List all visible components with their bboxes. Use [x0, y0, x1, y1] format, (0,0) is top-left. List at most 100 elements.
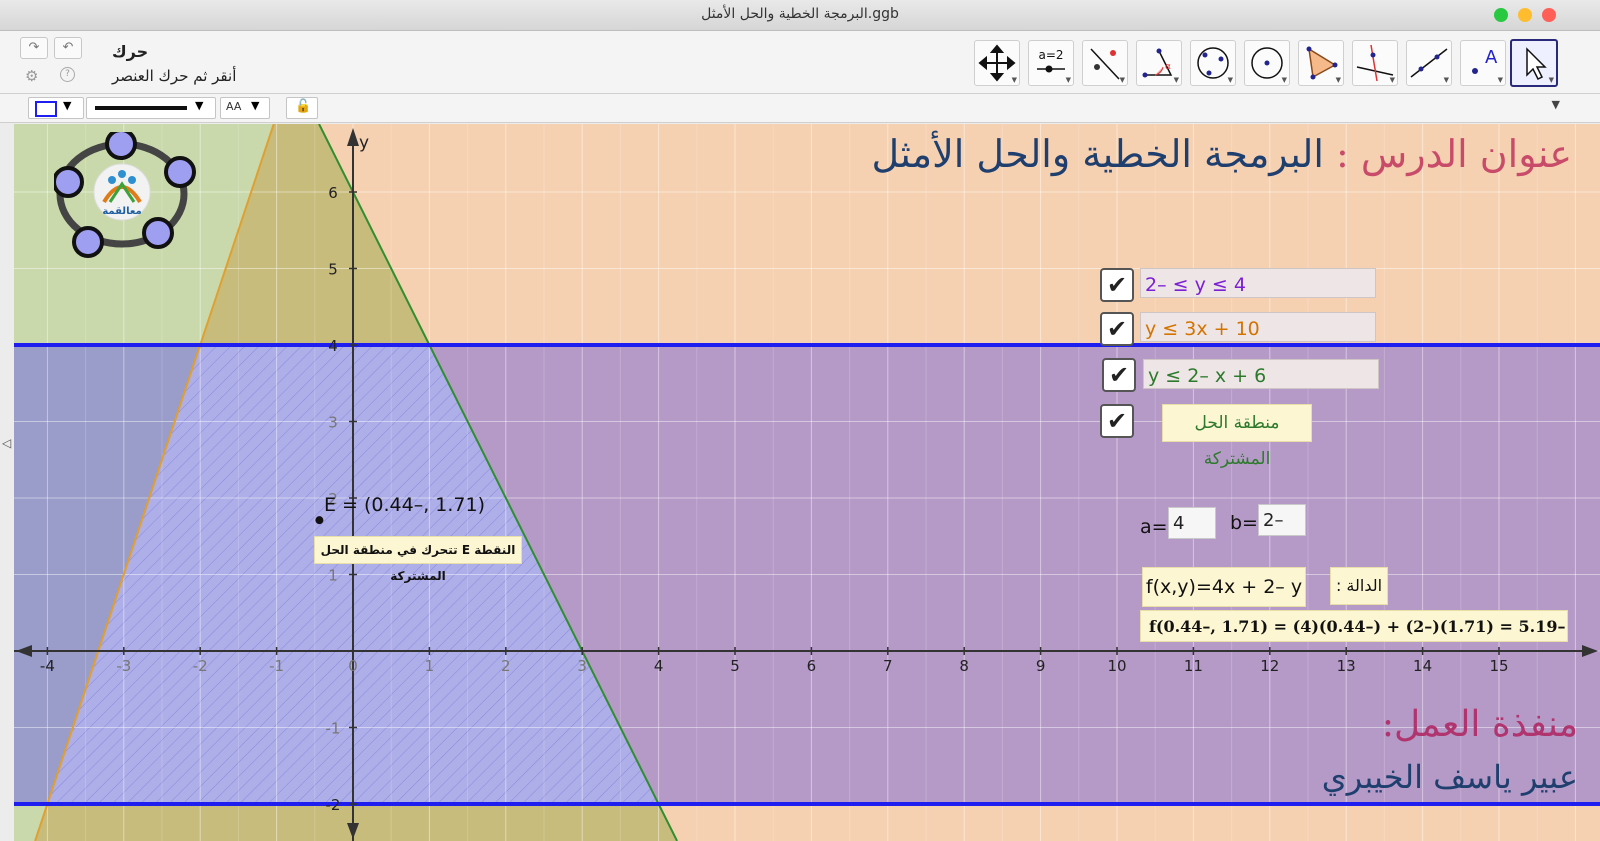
text-tool-label: A — [1485, 47, 1498, 68]
color-picker[interactable]: ▼ — [28, 97, 84, 119]
slider-tool[interactable]: a=2 ▼ — [1028, 40, 1074, 86]
redo-button[interactable]: ↷ — [20, 37, 48, 59]
help-icon[interactable]: ? — [60, 67, 75, 82]
chevron-down-icon: ▼ — [195, 99, 204, 112]
x-tick-label: 2 — [501, 657, 511, 675]
check-icon: ✔ — [1106, 271, 1128, 299]
lock-toggle[interactable]: 🔓 — [286, 97, 318, 119]
perpendicular-line-tool[interactable]: ▼ — [1352, 40, 1398, 86]
polygon-tool[interactable]: ▼ — [1298, 40, 1344, 86]
check-icon: ✔ — [1106, 315, 1128, 343]
region-below-olive — [35, 804, 678, 841]
y-tick-label: 6 — [328, 184, 338, 202]
x-tick-label: 3 — [577, 657, 587, 675]
function-expression: f(x,y)=4x + 2– y — [1142, 567, 1306, 607]
lesson-title: عنوان الدرس : البرمجة الخطية والحل الأمث… — [872, 132, 1572, 176]
current-tool-help: أنقر ثم حرك العنصر — [112, 67, 237, 85]
chevron-down-icon: ▼ — [251, 99, 260, 112]
x-tick-label: 0 — [348, 657, 358, 675]
circle-center-point-tool[interactable]: ▼ — [1244, 40, 1290, 86]
font-size-icon: AA — [226, 100, 242, 113]
param-b-input[interactable]: 2– — [1258, 504, 1306, 536]
conic-through-points-tool[interactable]: ▼ — [1190, 40, 1236, 86]
check-icon: ✔ — [1106, 407, 1128, 435]
logo: معالقمة — [52, 128, 204, 262]
x-tick-label: 5 — [730, 657, 740, 675]
x-tick-label: -3 — [116, 657, 131, 675]
work-title: منفذة العمل: — [1381, 704, 1578, 745]
x-tick-label: 4 — [654, 657, 664, 675]
param-a-label: a= — [1140, 516, 1168, 538]
checkbox-inequality-3[interactable]: ✔ — [1102, 358, 1136, 392]
checkbox-inequality-3-label: y ≤ 2– x + 6 — [1143, 359, 1379, 389]
font-size-picker[interactable]: AA ▼ — [220, 97, 270, 119]
logo-icon: معالقمة — [52, 128, 196, 258]
line-style-preview — [95, 106, 187, 110]
minimize-button[interactable] — [1518, 8, 1532, 22]
y-tick-label: 5 — [328, 261, 338, 279]
sidebar-toggle-icon[interactable]: ◁ — [2, 436, 11, 450]
x-tick-label: -2 — [193, 657, 208, 675]
zoom-button[interactable] — [1542, 8, 1556, 22]
close-button[interactable] — [1494, 8, 1508, 22]
check-icon: ✔ — [1108, 361, 1130, 389]
function-caption: الدالة : — [1330, 567, 1388, 605]
stylebar-menu-toggle[interactable]: ▼ — [1552, 98, 1560, 111]
logo-text: معالقمة — [102, 206, 141, 217]
chevron-down-icon: ▼ — [63, 99, 72, 112]
color-swatch — [35, 101, 57, 117]
slider-tool-label: a=2 — [1038, 48, 1063, 62]
x-tick-label: -1 — [269, 657, 284, 675]
y-axis-label: y — [359, 133, 369, 153]
checkbox-inequality-2[interactable]: ✔ — [1100, 312, 1134, 346]
x-tick-label: 8 — [959, 657, 969, 675]
x-tick-label: 6 — [807, 657, 817, 675]
x-tick-label: -4 — [40, 657, 55, 675]
checkbox-inequality-1[interactable]: ✔ — [1100, 268, 1134, 302]
x-tick-label: 11 — [1184, 657, 1203, 675]
lesson-title-text: البرمجة الخطية والحل الأمثل — [871, 132, 1324, 176]
y-tick-label: -1 — [326, 720, 341, 738]
checkbox-common-region-label: منطقة الحل المشتركة — [1162, 404, 1312, 469]
angle-tool[interactable]: α ▼ — [1136, 40, 1182, 86]
function-evaluation: f(0.44–, 1.71) = (4)(0.44–) + (2–)(1.71)… — [1140, 610, 1568, 642]
checkbox-inequality-1-label: 2– ≤ y ≤ 4 — [1140, 268, 1376, 298]
redo-icon: ↷ — [28, 40, 40, 55]
undo-button[interactable]: ↶ — [54, 37, 82, 59]
toolbar: ↷ ↶ ⚙ ? حرك أنقر ثم حرك العنصر ▼ a=2 ▼ ▼ … — [0, 31, 1600, 94]
undo-icon: ↶ — [62, 40, 74, 55]
x-tick-label: 1 — [425, 657, 435, 675]
x-tick-label: 12 — [1260, 657, 1279, 675]
point-e-label: E = (0.44–, 1.71) — [324, 494, 486, 516]
line-tool[interactable]: ▼ — [1406, 40, 1452, 86]
y-tick-label: 4 — [328, 337, 338, 355]
move-graphics-view-tool[interactable]: ▼ — [974, 40, 1020, 86]
point-e — [315, 516, 324, 525]
unlock-icon: 🔓 — [295, 99, 312, 114]
y-tick-label: 3 — [328, 414, 338, 432]
point-e-caption: النقطة E تتحرك في منطقة الحل المشتركة — [314, 536, 522, 583]
graph-canvas[interactable]: y-4 -3 -2 -1 0 1 2 3 4 5 6 7 8 9 10 11 12 13 14 15654321-1-… — [14, 124, 1600, 841]
current-tool-name: حرك — [112, 42, 149, 61]
lesson-title-prefix: عنوان الدرس : — [1335, 132, 1572, 176]
x-tick-label: 10 — [1107, 657, 1126, 675]
y-tick-label: 1 — [328, 567, 338, 585]
graphics-view[interactable]: y -4 -3 -2 -1 0 1 2 3 4 5 6 7 8 9 10 11 12 13 14 15 6 5 4 3 2 1 -1-… — [14, 124, 1600, 841]
param-b-label: b= — [1230, 512, 1258, 534]
window-title: البرمجة الخطية والحل الأمثل.ggb — [701, 6, 899, 22]
gear-icon[interactable]: ⚙ — [25, 67, 38, 85]
param-a-input[interactable]: 4 — [1168, 507, 1216, 539]
reflect-about-line-tool[interactable]: ▼ — [1082, 40, 1128, 86]
text-tool[interactable]: A ▼ — [1460, 40, 1506, 86]
y-tick-label: -2 — [326, 796, 341, 814]
x-tick-label: 14 — [1413, 657, 1432, 675]
line-style-picker[interactable]: ▼ — [86, 97, 216, 119]
x-tick-label: 7 — [883, 657, 893, 675]
author-name: عبير ياسف الخيبري — [1321, 758, 1578, 796]
checkbox-common-region[interactable]: ✔ — [1100, 404, 1134, 438]
checkbox-inequality-2-label: y ≤ 3x + 10 — [1140, 312, 1376, 342]
move-tool[interactable]: ▼ — [1510, 39, 1558, 87]
x-tick-label: 15 — [1489, 657, 1508, 675]
window-titlebar: البرمجة الخطية والحل الأمثل.ggb — [0, 0, 1600, 31]
style-bar: ▼ ▼ AA ▼ 🔓 ▼ — [0, 94, 1600, 123]
